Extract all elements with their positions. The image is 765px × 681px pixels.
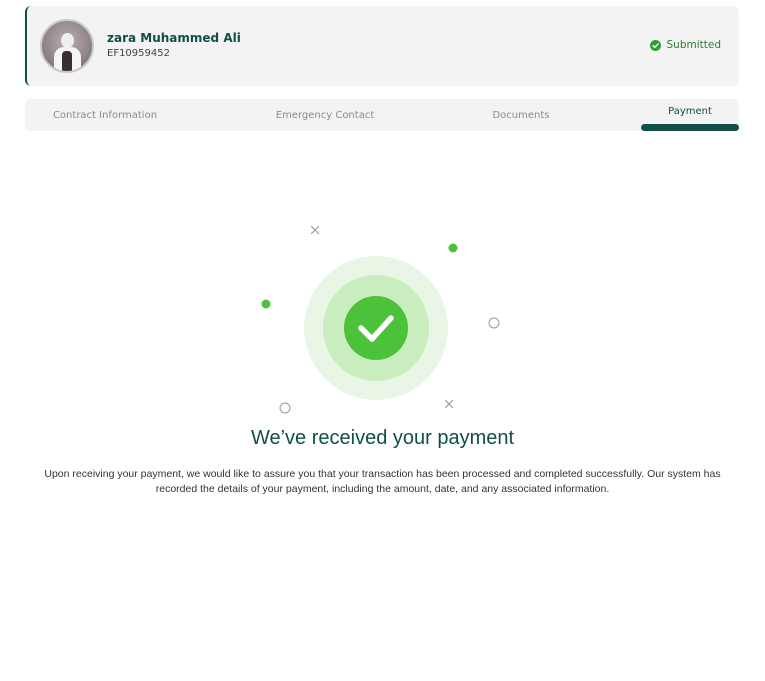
halo-inner (323, 275, 429, 381)
cross-icon (310, 225, 320, 235)
dot-icon (448, 243, 458, 253)
checkmark-icon (358, 315, 394, 342)
tab-label: Documents (492, 109, 550, 121)
tab-label: Contract Information (52, 109, 158, 121)
check-circle-icon (649, 39, 661, 51)
check-circle-icon (344, 296, 408, 360)
success-message: Upon receiving your payment, we would li… (44, 468, 721, 495)
tab-emergency-contact[interactable]: Emergency Contact (245, 99, 405, 131)
user-id: EF10959452 (107, 48, 170, 59)
profile-card: zara Muhammed Ali EF10959452 Submitted (25, 6, 739, 86)
ring-icon (488, 317, 500, 329)
tab-label: Emergency Contact (275, 109, 375, 121)
tab-bar: Contract Information Emergency Contact D… (25, 99, 739, 131)
status-badge: Submitted (649, 39, 722, 51)
cross-icon (444, 399, 454, 409)
success-title: We’ve received your payment (250, 427, 515, 449)
ring-icon (279, 402, 291, 414)
halo-outer (304, 256, 448, 400)
active-tab-indicator (641, 124, 739, 131)
tab-label: Payment (668, 106, 712, 117)
tab-documents[interactable]: Documents (461, 99, 581, 131)
dot-icon (261, 299, 271, 309)
tab-contract-information[interactable]: Contract Information (25, 99, 185, 131)
avatar (40, 19, 94, 73)
status-label: Submitted (666, 39, 722, 51)
user-name: zara Muhammed Ali (107, 31, 241, 45)
